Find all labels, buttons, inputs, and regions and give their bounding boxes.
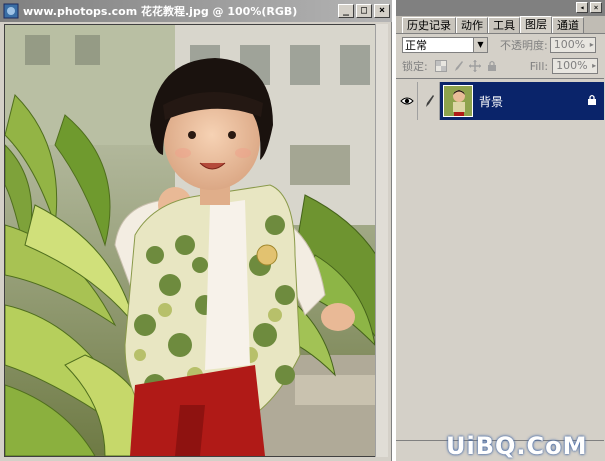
document-titlebar[interactable]: www.photops.com 花花教程.jpg @ 100%(RGB) _ □… <box>0 0 392 22</box>
layers-list: 背景 <box>396 78 604 440</box>
document-window: www.photops.com 花花教程.jpg @ 100%(RGB) _ □… <box>0 0 392 461</box>
fill-value: 100% <box>556 59 588 72</box>
panel-titlebar[interactable]: ◂ × <box>396 0 605 16</box>
photoshop-doc-icon <box>3 3 19 19</box>
blend-mode-select[interactable]: 正常 ▼ <box>402 37 488 53</box>
panel-collapse-button[interactable]: ◂ <box>576 2 588 13</box>
panel-close-button[interactable]: × <box>590 2 602 13</box>
layers-panel: ◂ × 历史记录 动作 工具 图层 通道 正常 ▼ 不透明度: 100% ▸ 锁… <box>395 0 605 461</box>
fill-label: Fill: <box>529 59 549 73</box>
layer-thumbnail <box>443 85 473 117</box>
tab-layers[interactable]: 图层 <box>520 16 552 33</box>
opacity-label: 不透明度: <box>500 39 548 52</box>
tab-channels[interactable]: 通道 <box>552 17 584 33</box>
layer-background[interactable]: 背景 <box>440 82 604 120</box>
lock-row: 锁定: Fill: 100% ▸ <box>396 56 605 76</box>
lock-icon <box>588 94 596 105</box>
lock-brush-icon[interactable] <box>451 59 465 73</box>
blend-mode-value: 正常 <box>405 39 427 52</box>
lock-move-icon[interactable] <box>468 59 482 73</box>
chevron-right-icon: ▸ <box>589 40 594 49</box>
close-button[interactable]: × <box>374 4 390 18</box>
visibility-eye-icon[interactable] <box>396 82 418 120</box>
layer-options-row: 正常 ▼ 不透明度: 100% ▸ <box>396 34 605 56</box>
fill-field[interactable]: 100% ▸ <box>552 58 599 74</box>
tab-tools[interactable]: 工具 <box>488 17 520 33</box>
tab-actions[interactable]: 动作 <box>456 17 488 33</box>
layer-row[interactable]: 背景 <box>396 81 604 121</box>
opacity-value: 100% <box>553 38 586 51</box>
minimize-button[interactable]: _ <box>338 4 354 18</box>
chevron-down-icon: ▼ <box>473 38 487 52</box>
lock-transparency-icon[interactable] <box>434 59 448 73</box>
lock-label: 锁定: <box>402 60 428 73</box>
tab-history[interactable]: 历史记录 <box>402 17 456 33</box>
panel-tab-strip: 历史记录 动作 工具 图层 通道 <box>396 16 605 34</box>
chevron-right-icon: ▸ <box>592 61 597 70</box>
layer-brush-icon <box>418 82 440 120</box>
document-canvas[interactable] <box>4 24 388 457</box>
photo-girl-in-garden <box>5 25 387 456</box>
lock-all-icon[interactable] <box>485 59 499 73</box>
watermark: UiBQ.CoM <box>446 432 588 460</box>
document-vertical-scrollbar[interactable] <box>375 24 388 457</box>
opacity-field[interactable]: 100% ▸ <box>549 37 596 53</box>
layer-name: 背景 <box>479 94 504 109</box>
document-title: www.photops.com 花花教程.jpg @ 100%(RGB) <box>23 5 298 18</box>
maximize-button[interactable]: □ <box>356 4 372 18</box>
